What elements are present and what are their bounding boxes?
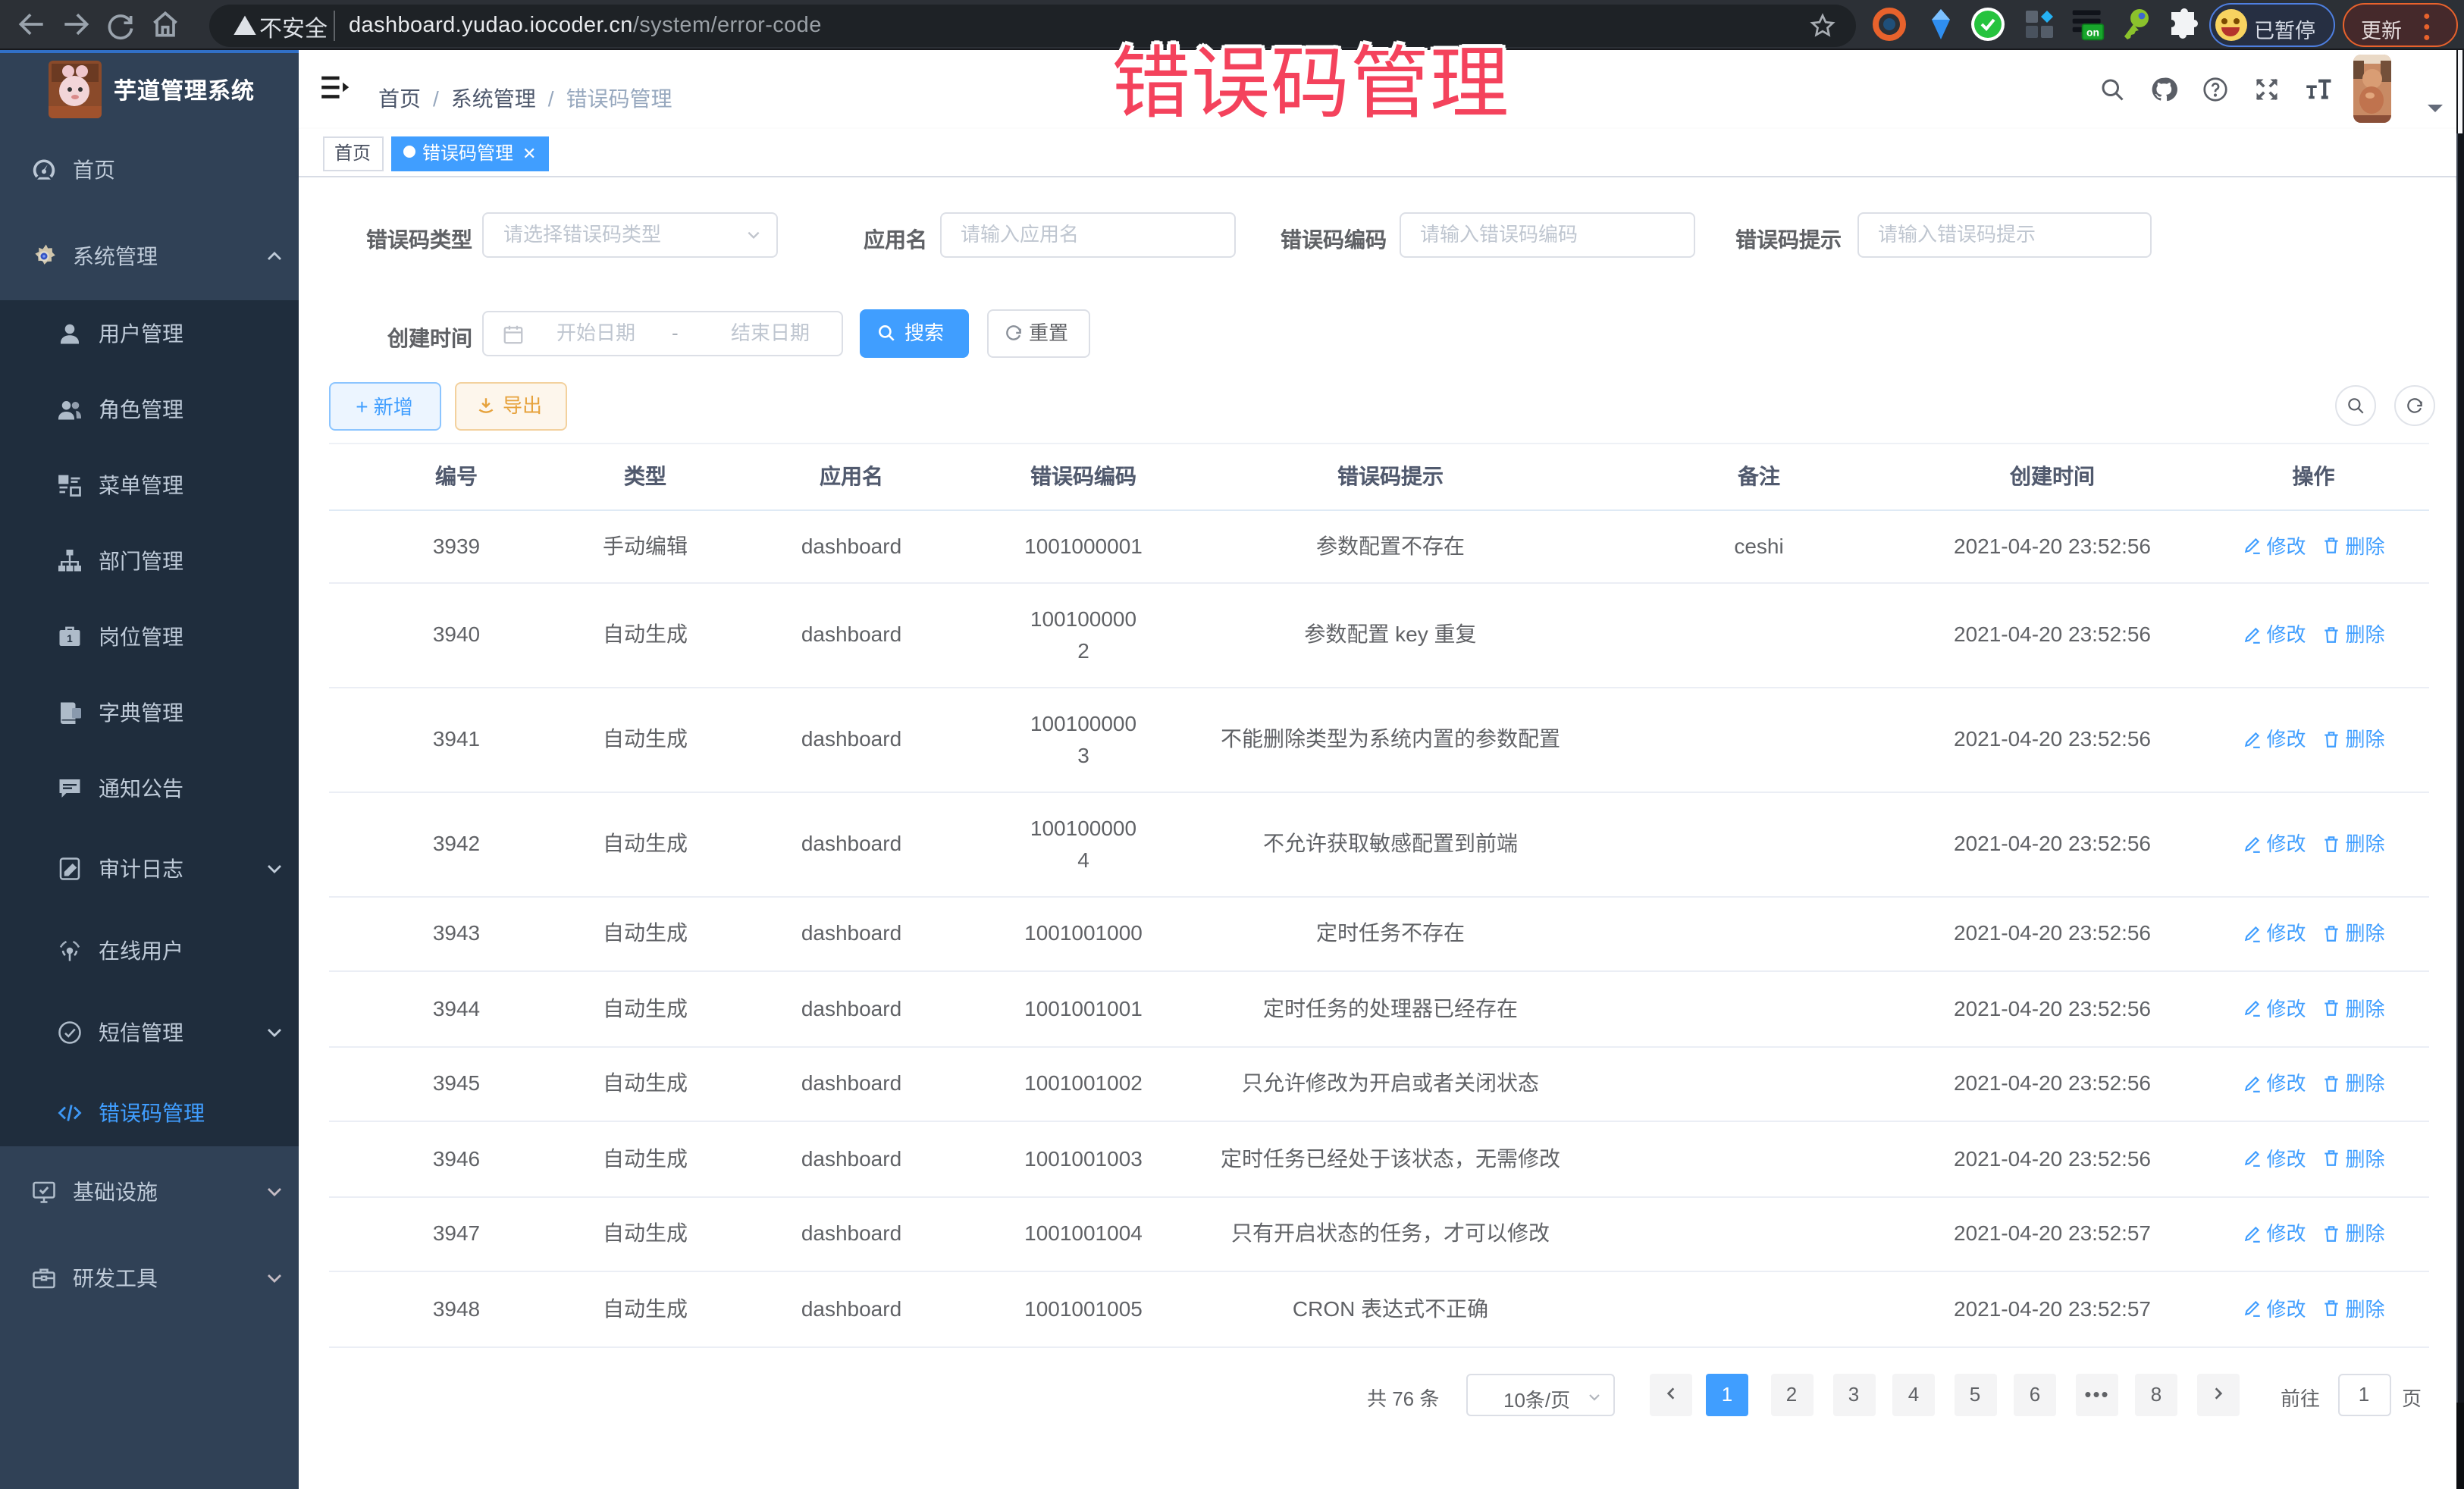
svg-text:on: on bbox=[2086, 27, 2099, 39]
svg-text:1: 1 bbox=[67, 633, 73, 644]
